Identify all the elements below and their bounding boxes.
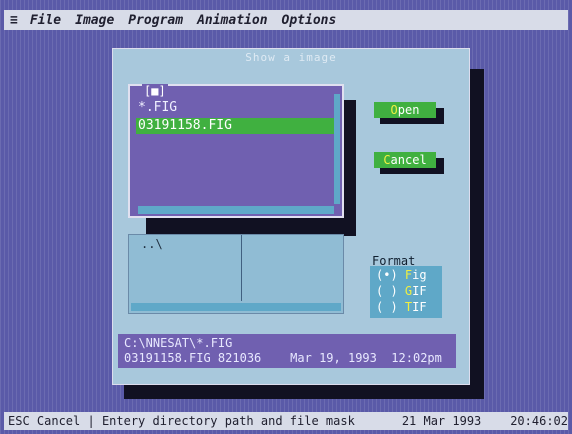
radio-label: IF bbox=[412, 300, 427, 314]
menu-animation[interactable]: Animation bbox=[197, 13, 267, 28]
list-close-icon[interactable]: [■] bbox=[142, 84, 168, 98]
system-menu-icon[interactable]: ≡ bbox=[10, 13, 18, 28]
tree-horizontal-scrollbar[interactable] bbox=[131, 303, 341, 311]
format-radio-gif[interactable]: ( ) GIF bbox=[376, 283, 442, 299]
cancel-label: ancel bbox=[390, 153, 427, 167]
menu-image[interactable]: Image bbox=[75, 13, 114, 28]
menu-file[interactable]: File bbox=[30, 13, 61, 28]
status-date: 21 Mar 1993 bbox=[401, 414, 482, 428]
status-bar: ESC Cancel | Entery directory path and f… bbox=[4, 412, 568, 430]
file-list[interactable]: [■] *.FIG 03191158.FIG bbox=[128, 84, 344, 218]
file-info-panel: C:\NNESAT\*.FIG 03191158.FIG 821036 Mar … bbox=[118, 334, 456, 368]
open-button[interactable]: Open bbox=[374, 102, 436, 118]
status-separator: | bbox=[80, 414, 102, 428]
file-details: 03191158.FIG 821036 Mar 19, 1993 12:02pm bbox=[124, 351, 442, 365]
radio-mark: ( ) bbox=[376, 300, 398, 314]
radio-mark: (•) bbox=[376, 268, 398, 282]
list-item[interactable]: *.FIG bbox=[138, 100, 177, 116]
list-horizontal-scrollbar[interactable] bbox=[138, 206, 334, 214]
esc-cancel-hint[interactable]: ESC Cancel bbox=[8, 414, 80, 428]
menu-bar: ≡ File Image Program Animation Options bbox=[4, 10, 568, 30]
status-gap bbox=[481, 414, 510, 428]
status-hint: Entery directory path and file mask bbox=[101, 414, 355, 428]
format-radio-fig[interactable]: (•) Fig bbox=[376, 267, 442, 283]
cancel-button[interactable]: Cancel bbox=[374, 152, 436, 168]
list-item-selected[interactable]: 03191158.FIG bbox=[136, 118, 334, 134]
format-radio-tif[interactable]: ( ) TIF bbox=[376, 299, 442, 315]
radio-mark: ( ) bbox=[376, 284, 398, 298]
dialog-title: Show a image bbox=[245, 51, 337, 64]
list-vertical-scrollbar[interactable] bbox=[334, 94, 340, 204]
tree-divider bbox=[241, 235, 242, 301]
status-time: 20:46:02 bbox=[510, 414, 568, 428]
desktop: ≡ File Image Program Animation Options S… bbox=[0, 0, 572, 434]
cancel-hotkey: C bbox=[383, 153, 391, 167]
open-hotkey: O bbox=[390, 103, 398, 117]
parent-directory[interactable]: ..\ bbox=[141, 237, 163, 251]
format-radio-group: (•) Fig ( ) GIF ( ) TIF bbox=[370, 266, 442, 318]
menu-program[interactable]: Program bbox=[128, 13, 183, 28]
radio-label: ig bbox=[412, 268, 427, 282]
path-field[interactable]: C:\NNESAT\*.FIG bbox=[124, 336, 450, 351]
menu-options[interactable]: Options bbox=[282, 13, 337, 28]
open-label: pen bbox=[397, 103, 420, 117]
directory-tree[interactable]: ..\ bbox=[128, 234, 344, 314]
radio-label: IF bbox=[412, 284, 427, 298]
